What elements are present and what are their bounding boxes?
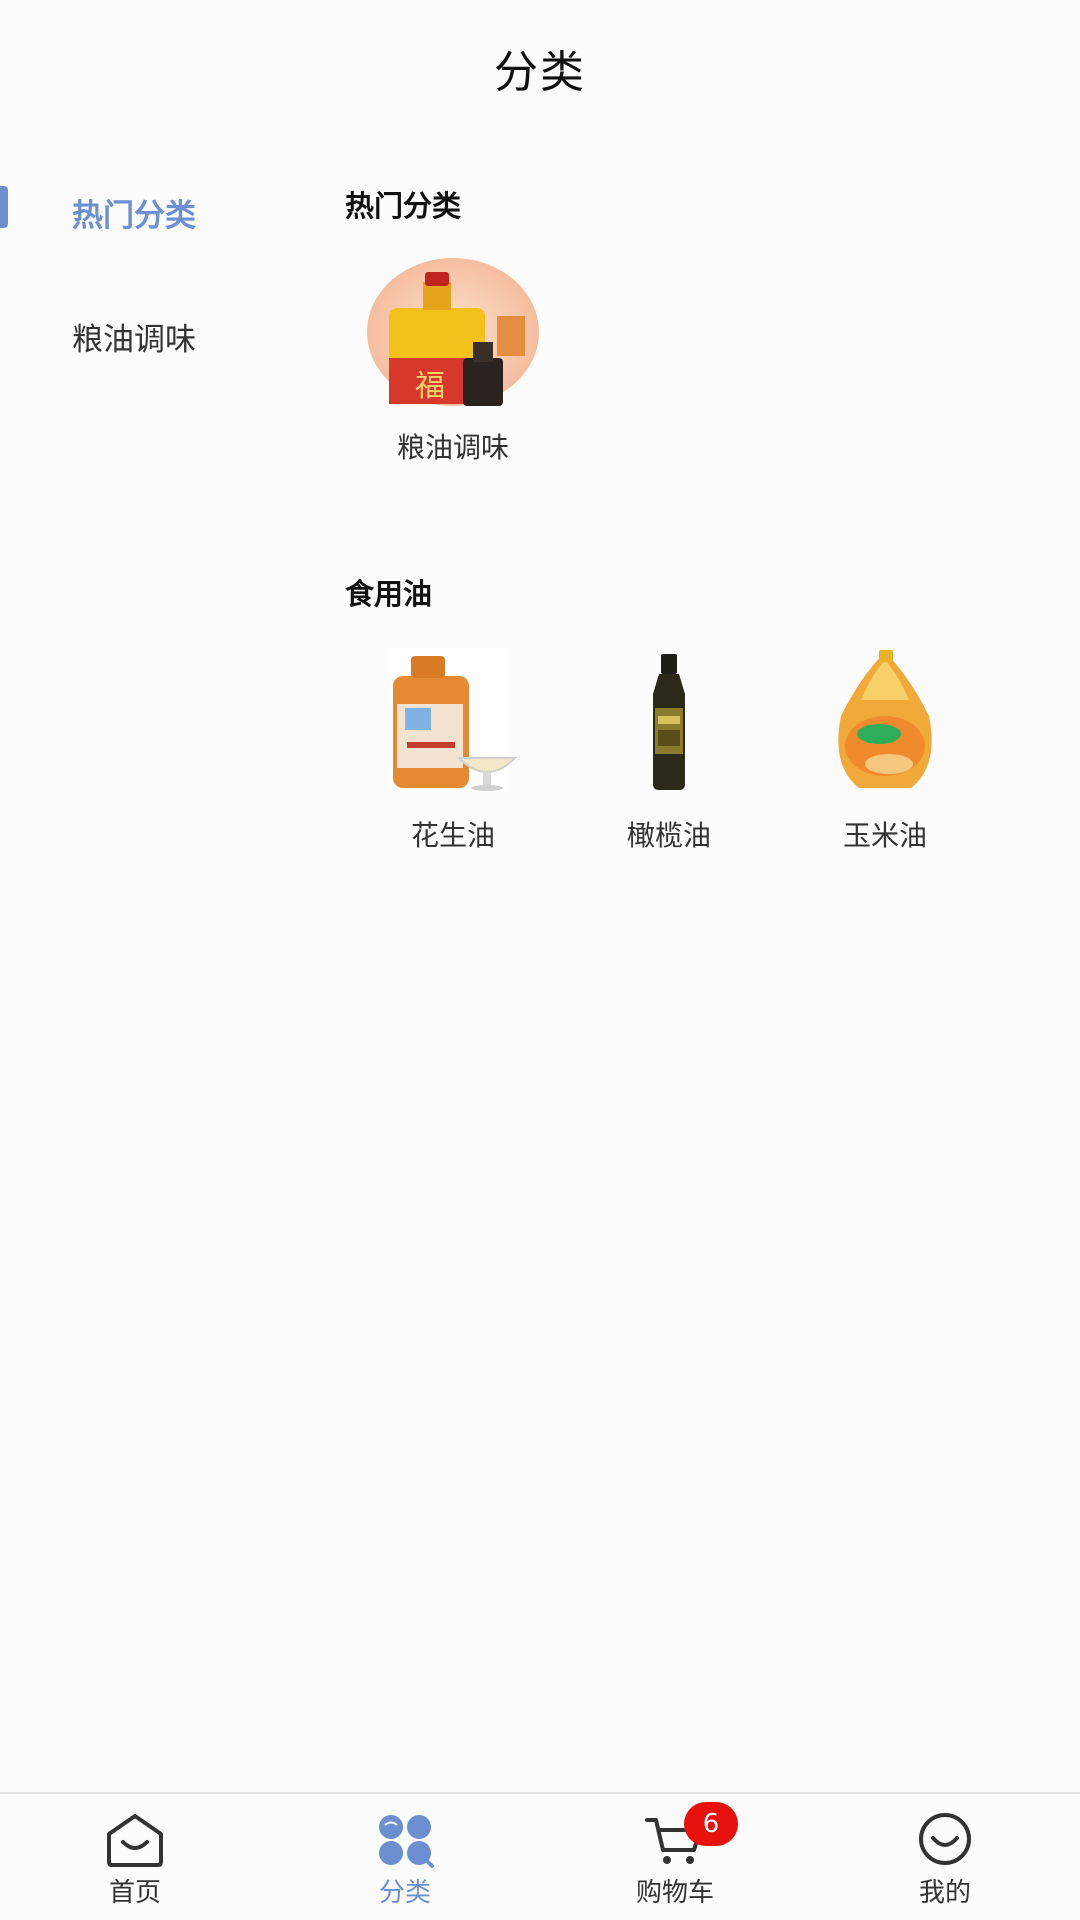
cart-icon: 6 [644, 1802, 738, 1868]
category-sidebar: 热门分类 粮油调味 [0, 150, 300, 398]
category-cell-peanut-oil[interactable]: 花生油 [345, 646, 561, 854]
cart-count-badge: 6 [684, 1802, 738, 1846]
tab-category[interactable]: 分类 [270, 1794, 540, 1920]
section-title: 食用油 [345, 577, 433, 611]
home-icon [104, 1812, 166, 1868]
top-bar: 分类 [0, 0, 1080, 136]
section-title: 热门分类 [345, 189, 462, 223]
tab-profile[interactable]: 我的 [810, 1794, 1080, 1920]
sidebar-item-label: 热门分类 [72, 197, 196, 234]
olive-oil-bottle-image [583, 646, 755, 794]
category-icon [374, 1812, 436, 1868]
tab-cart[interactable]: 6 购物车 [540, 1794, 810, 1920]
corn-oil-jug-image [799, 646, 971, 794]
tab-label: 分类 [378, 1878, 431, 1908]
tab-home[interactable]: 首页 [0, 1794, 270, 1920]
category-label: 玉米油 [842, 819, 927, 852]
profile-icon [914, 1812, 976, 1868]
category-label: 花生油 [410, 819, 495, 852]
page-title: 分类 [494, 47, 586, 98]
category-label: 粮油调味 [396, 431, 509, 464]
category-label: 橄榄油 [626, 819, 711, 852]
tab-label: 首页 [108, 1878, 161, 1908]
category-page: 分类 热门分类 粮油调味 热门分类 福 粮油调味 食用油 花生油 橄榄油 玉米油… [0, 0, 1080, 1920]
oil-and-soy-sauce-product-image: 福 [367, 258, 539, 406]
sidebar-item-hot[interactable]: 热门分类 [0, 150, 300, 274]
sidebar-item-grain-oil[interactable]: 粮油调味 [0, 274, 300, 398]
active-indicator [0, 186, 8, 228]
category-cell-grain-oil[interactable]: 福 粮油调味 [345, 258, 561, 466]
tab-label: 购物车 [635, 1878, 714, 1908]
svg-text:福: 福 [415, 370, 445, 403]
section-cooking-oil: 食用油 花生油 橄榄油 玉米油 [345, 538, 1045, 854]
tab-label: 我的 [918, 1878, 971, 1908]
category-content: 热门分类 福 粮油调味 食用油 花生油 橄榄油 玉米油 [345, 150, 1045, 926]
peanut-oil-jug-image [367, 646, 539, 794]
section-hot: 热门分类 福 粮油调味 [345, 150, 1045, 466]
category-cell-corn-oil[interactable]: 玉米油 [777, 646, 993, 854]
bottom-tab-bar: 首页 分类 6 购物车 我的 [0, 1792, 1080, 1920]
sidebar-item-label: 粮油调味 [72, 321, 196, 358]
category-cell-olive-oil[interactable]: 橄榄油 [561, 646, 777, 854]
